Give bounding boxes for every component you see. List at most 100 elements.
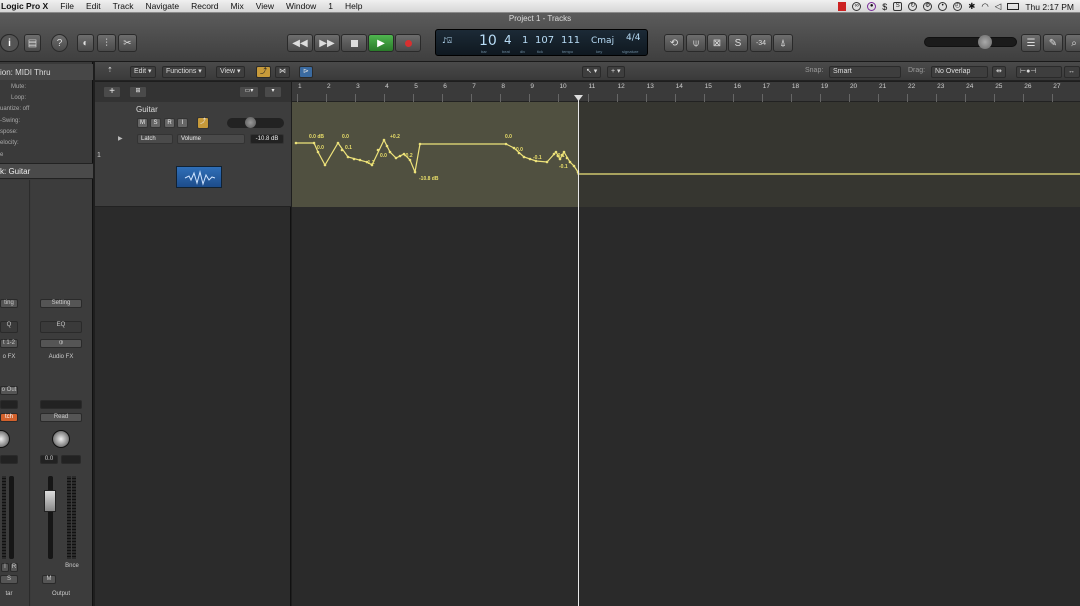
automation-node[interactable] (528, 157, 532, 161)
ruler-bar-9[interactable]: 9 (530, 83, 534, 90)
automation-node[interactable] (394, 156, 398, 160)
ruler-bar-18[interactable]: 18 (792, 83, 799, 90)
left-setting-button[interactable]: ting (0, 299, 18, 308)
new-folder-button[interactable]: ⊞ (129, 86, 147, 98)
inspector-button[interactable]: i (0, 34, 19, 52)
right-group-slot[interactable] (40, 400, 82, 409)
record-button[interactable] (395, 34, 421, 52)
punch-button[interactable]: ⊠ (707, 34, 727, 52)
ruler-bar-27[interactable]: 27 (1053, 83, 1060, 90)
rewind-button[interactable]: ◀◀ (287, 34, 313, 52)
track-inspector-header[interactable]: k: Guitar (0, 163, 93, 179)
ruler-bar-14[interactable]: 14 (676, 83, 683, 90)
functions-menu-button[interactable]: Functions ▾ (162, 66, 206, 78)
left-eq-display[interactable]: Q (0, 321, 18, 333)
ruler-bar-22[interactable]: 22 (908, 83, 915, 90)
automation-node[interactable] (316, 150, 320, 154)
track-solo-button[interactable]: S (150, 118, 161, 128)
ruler-bar-4[interactable]: 4 (385, 83, 389, 90)
wifi-icon[interactable]: ◠ (981, 1, 988, 12)
automation-node[interactable] (552, 152, 556, 156)
flex-view-button[interactable]: ⋈ (275, 66, 290, 78)
left-audio-fx-slot[interactable]: o FX (0, 354, 18, 363)
quick-help-button[interactable]: ? (51, 34, 68, 52)
ruler-bar-3[interactable]: 3 (356, 83, 360, 90)
automation-mode-select[interactable]: Latch (137, 134, 173, 144)
right-input-button[interactable]: ⦶ (40, 339, 82, 348)
right-fader-handle[interactable] (44, 490, 56, 512)
gear-icon[interactable]: ⚙ (923, 2, 933, 11)
automation-view-button[interactable]: ⤴ (256, 66, 271, 78)
clock-icon[interactable]: ◴ (953, 2, 963, 11)
inspector-quantize-label[interactable]: uantize: off (0, 106, 93, 112)
menu-1[interactable]: 1 (328, 1, 333, 11)
view-menu-button[interactable]: View ▾ (216, 66, 245, 78)
automation-parameter-select[interactable]: Volume (177, 134, 245, 144)
sync-icon[interactable]: ↻ (908, 2, 918, 11)
menu-navigate[interactable]: Navigate (146, 1, 180, 11)
ruler-bar-13[interactable]: 13 (647, 83, 654, 90)
ruler-bar-23[interactable]: 23 (937, 83, 944, 90)
fast-forward-button[interactable]: ▶▶ (314, 34, 340, 52)
track-options-button[interactable]: ▭▾ (239, 86, 259, 98)
menu-edit[interactable]: Edit (86, 1, 101, 11)
secondary-tool-button[interactable]: + ▾ (607, 66, 625, 78)
automation-node[interactable] (346, 155, 350, 159)
inspector-transpose-label[interactable]: spose: (0, 129, 93, 135)
menu-window[interactable]: Window (286, 1, 316, 11)
automation-node[interactable] (385, 144, 389, 148)
battery-icon[interactable] (1007, 3, 1020, 10)
left-volume-readout[interactable] (0, 455, 18, 464)
right-setting-button[interactable]: Setting (40, 299, 82, 308)
ruler-bar-8[interactable]: 8 (501, 83, 505, 90)
automation-node[interactable] (512, 146, 516, 150)
automation-node[interactable] (388, 150, 392, 154)
automation-node[interactable] (352, 157, 356, 161)
automation-node[interactable] (413, 170, 417, 174)
menu-mix[interactable]: Mix (231, 1, 244, 11)
drag-select[interactable]: No Overlap (931, 66, 988, 78)
bluetooth-icon[interactable]: ✱ (968, 1, 975, 12)
left-output-button[interactable]: o Out (0, 386, 18, 395)
dollar-icon[interactable]: $ (882, 2, 887, 12)
status-app-icon[interactable] (838, 2, 847, 11)
mixer-button[interactable]: ⫶ (97, 34, 116, 52)
master-volume-knob[interactable] (978, 35, 992, 49)
left-input-monitor-button[interactable]: I (1, 563, 9, 572)
ruler-bar-17[interactable]: 17 (763, 83, 770, 90)
track-automation-button[interactable]: ⤴ (197, 117, 209, 129)
right-eq-display[interactable]: EQ (40, 321, 82, 333)
pointer-tool-button[interactable]: ↖ ▾ (582, 66, 602, 78)
track-icon-audio[interactable] (176, 166, 222, 188)
menu-record[interactable]: Record (191, 1, 218, 11)
lcd-display[interactable]: ♪⍓ 10 4 1 107 111 Cmaj 4/4 bar beat div … (435, 29, 648, 56)
left-solo-button[interactable]: S (0, 575, 18, 584)
ruler-bar-26[interactable]: 26 (1024, 83, 1031, 90)
ruler-bar-21[interactable]: 21 (879, 83, 886, 90)
ruler-bar-25[interactable]: 25 (995, 83, 1002, 90)
stop-button[interactable] (341, 34, 367, 52)
left-group-slot[interactable] (0, 400, 18, 409)
app-menu[interactable]: Logic Pro X (1, 1, 48, 11)
menu-track[interactable]: Track (113, 1, 134, 11)
automation-node[interactable] (572, 164, 576, 168)
play-button[interactable]: ▶ (368, 34, 394, 52)
menu-file[interactable]: File (60, 1, 74, 11)
ruler-bar-24[interactable]: 24 (966, 83, 973, 90)
track-mute-button[interactable]: M (137, 118, 148, 128)
edit-menu-button[interactable]: Edit ▾ (130, 66, 156, 78)
ruler-bar-12[interactable]: 12 (618, 83, 625, 90)
automation-node[interactable] (294, 141, 298, 145)
disclosure-triangle-icon[interactable]: ▶ (118, 135, 123, 142)
automation-node[interactable] (376, 148, 380, 152)
timeline-ruler[interactable] (292, 82, 1080, 102)
zoom-slider[interactable]: ⊢●⊣ (1016, 66, 1062, 78)
automation-node[interactable] (568, 160, 572, 164)
browser-button[interactable]: ⌕ (1065, 34, 1080, 52)
bounce-button[interactable]: Bnce (61, 563, 83, 572)
list-editors-button[interactable]: ☰ (1021, 34, 1041, 52)
right-mute-button[interactable]: M (42, 575, 56, 584)
ruler-bar-16[interactable]: 16 (734, 83, 741, 90)
master-volume-slider[interactable] (924, 37, 1017, 47)
tuner-button[interactable]: ⍦ (686, 34, 706, 52)
